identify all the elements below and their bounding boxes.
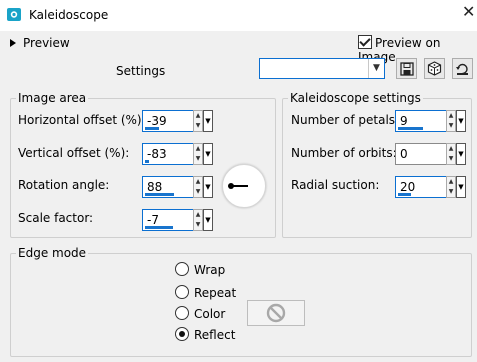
radial-suction-slider[interactable] (398, 193, 411, 196)
number-of-orbits-label: Number of orbits: (291, 146, 397, 160)
scale-factor-input[interactable]: -7 (142, 209, 194, 231)
slider-dropdown-icon[interactable]: ▼ (203, 110, 213, 132)
rotation-angle-input[interactable]: 88 (142, 176, 194, 198)
chevron-down-icon[interactable]: ▼ (368, 59, 384, 78)
number-of-petals-label: Number of petals: (291, 113, 400, 127)
rotation-angle-spinner[interactable]: 88 ▲ ▼ ▼ (142, 176, 213, 198)
radio-icon (175, 285, 189, 299)
edge-mode-reflect-radio[interactable]: Reflect (175, 327, 235, 342)
slider-dropdown-icon[interactable]: ▼ (203, 209, 213, 231)
slider-dropdown-icon[interactable]: ▼ (203, 143, 213, 165)
vertical-offset-input[interactable]: -83 (142, 143, 194, 165)
number-of-petals-spinner[interactable]: 9 ▲ ▼ ▼ (395, 110, 466, 132)
spin-down-icon: ▼ (195, 155, 201, 162)
spin-arrows[interactable]: ▲ ▼ (193, 176, 203, 198)
save-preset-button[interactable] (396, 58, 417, 79)
scale-factor-slider[interactable] (145, 226, 173, 229)
kaleidoscope-settings-title: Kaleidoscope settings (288, 91, 423, 105)
edge-mode-group (10, 253, 472, 357)
settings-label: Settings (116, 64, 166, 78)
save-icon (399, 61, 414, 76)
spin-down-icon: ▼ (195, 122, 201, 129)
edge-mode-color-radio[interactable]: Color (175, 306, 225, 321)
number-of-orbits-spinner[interactable]: 0 ▲ ▼ ▼ (395, 143, 466, 165)
dial-knob (228, 183, 234, 189)
spin-down-icon: ▼ (448, 122, 454, 129)
title-bar: Kaleidoscope ✕ (0, 0, 477, 31)
rotation-angle-slider[interactable] (145, 193, 174, 196)
expand-arrow-icon (10, 39, 16, 47)
spin-arrows[interactable]: ▲ ▼ (446, 143, 456, 165)
kaleidoscope-app-icon (7, 8, 21, 21)
radial-suction-label: Radial suction: (291, 178, 380, 192)
radial-suction-input[interactable]: 20 (395, 176, 447, 198)
spin-up-icon: ▲ (195, 178, 201, 185)
reset-icon (456, 63, 468, 75)
horizontal-offset-label: Horizontal offset (%): (18, 113, 146, 127)
repeat-label: Repeat (194, 286, 237, 300)
vertical-offset-slider[interactable] (145, 160, 149, 163)
close-icon[interactable]: ✕ (462, 4, 475, 20)
spin-up-icon: ▲ (195, 112, 201, 119)
horizontal-offset-slider[interactable] (145, 127, 159, 130)
vertical-offset-spinner[interactable]: -83 ▲ ▼ ▼ (142, 143, 213, 165)
spin-up-icon: ▲ (195, 211, 201, 218)
radial-suction-spinner[interactable]: 20 ▲ ▼ ▼ (395, 176, 466, 198)
spin-up-icon: ▲ (448, 112, 454, 119)
scale-factor-label: Scale factor: (18, 211, 94, 225)
preview-toggle[interactable]: Preview (10, 36, 70, 50)
spin-up-icon: ▲ (195, 145, 201, 152)
randomize-button[interactable] (424, 58, 445, 79)
spin-arrows[interactable]: ▲ ▼ (193, 209, 203, 231)
no-symbol-icon (266, 303, 286, 323)
wrap-label: Wrap (194, 263, 226, 277)
preset-dropdown[interactable]: ▼ (259, 58, 385, 79)
dice-icon (427, 61, 442, 76)
spin-down-icon: ▼ (195, 221, 201, 228)
slider-dropdown-icon[interactable]: ▼ (203, 176, 213, 198)
preview-label: Preview (23, 36, 70, 50)
spin-arrows[interactable]: ▲ ▼ (446, 110, 456, 132)
scale-factor-spinner[interactable]: -7 ▲ ▼ ▼ (142, 209, 213, 231)
edge-mode-repeat-radio[interactable]: Repeat (175, 285, 236, 300)
image-area-title: Image area (16, 91, 89, 105)
spin-down-icon: ▼ (448, 155, 454, 162)
edge-color-swatch[interactable] (247, 300, 305, 326)
edge-mode-wrap-radio[interactable]: Wrap (175, 262, 225, 277)
number-of-petals-slider[interactable] (398, 127, 423, 130)
spin-up-icon: ▲ (448, 145, 454, 152)
checkbox-checked-icon (358, 35, 372, 49)
spin-arrows[interactable]: ▲ ▼ (193, 143, 203, 165)
slider-dropdown-icon[interactable]: ▼ (456, 143, 466, 165)
spin-down-icon: ▼ (448, 188, 454, 195)
slider-dropdown-icon[interactable]: ▼ (456, 176, 466, 198)
radio-icon (175, 327, 189, 341)
spin-arrows[interactable]: ▲ ▼ (446, 176, 456, 198)
window-title: Kaleidoscope (29, 8, 109, 22)
rotation-dial[interactable] (222, 164, 266, 208)
spin-arrows[interactable]: ▲ ▼ (193, 110, 203, 132)
reset-button[interactable] (452, 58, 473, 79)
edge-mode-title: Edge mode (16, 246, 89, 260)
rotation-angle-label: Rotation angle: (18, 178, 110, 192)
radio-icon (175, 306, 189, 320)
reflect-label: Reflect (194, 328, 236, 342)
number-of-petals-input[interactable]: 9 (395, 110, 447, 132)
slider-dropdown-icon[interactable]: ▼ (456, 110, 466, 132)
horizontal-offset-spinner[interactable]: -39 ▲ ▼ ▼ (142, 110, 213, 132)
horizontal-offset-input[interactable]: -39 (142, 110, 194, 132)
number-of-orbits-input[interactable]: 0 (395, 143, 447, 165)
vertical-offset-label: Vertical offset (%): (18, 146, 130, 160)
radio-icon (175, 262, 189, 276)
color-label: Color (194, 307, 226, 321)
spin-up-icon: ▲ (448, 178, 454, 185)
spin-down-icon: ▼ (195, 188, 201, 195)
